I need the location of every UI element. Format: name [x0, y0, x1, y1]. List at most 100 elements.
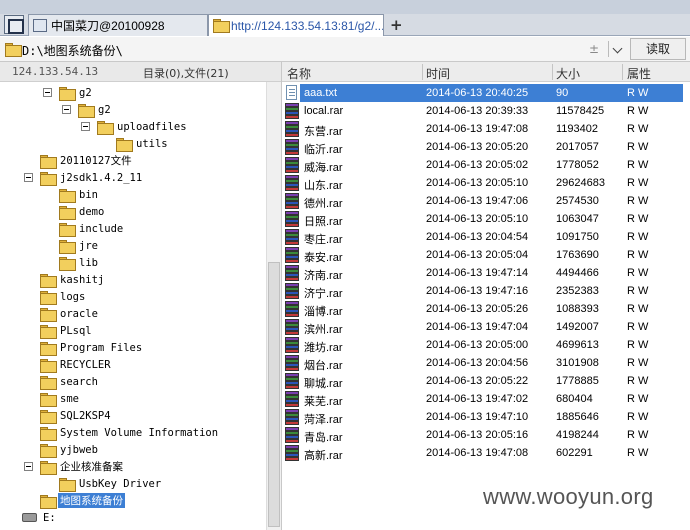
file-list-pane: 名称 时间 大小 属性 aaa.txt 2014-06-13 20:40:25 90…: [281, 62, 690, 530]
tree-scrollbar[interactable]: [266, 82, 281, 530]
file-row[interactable]: 东营.rar 2014-06-13 19:47:08 1193402 R W: [282, 120, 690, 138]
tree-item[interactable]: PLsql: [40, 322, 94, 339]
collapse-icon[interactable]: [43, 88, 52, 97]
tree-item[interactable]: E:: [22, 509, 58, 526]
tree-item[interactable]: g2: [43, 84, 94, 101]
folder-icon: [59, 477, 76, 492]
tree-item[interactable]: RECYCLER: [40, 356, 113, 373]
tree-item[interactable]: Program Files: [40, 339, 144, 356]
file-attr: R W: [627, 213, 649, 225]
tree-item-label: g2: [79, 86, 92, 99]
read-button[interactable]: 读取: [630, 38, 686, 60]
rar-archive-icon: [285, 373, 299, 389]
file-row[interactable]: 泰安.rar 2014-06-13 20:05:04 1763690 R W: [282, 246, 690, 264]
column-size[interactable]: 大小: [556, 65, 580, 82]
file-size: 2574530: [556, 195, 599, 207]
tree-item[interactable]: utils: [116, 135, 170, 152]
tree-item[interactable]: bin: [59, 186, 100, 203]
column-time[interactable]: 时间: [426, 65, 450, 82]
file-size: 680404: [556, 393, 593, 405]
file-size: 1778885: [556, 375, 599, 387]
tree-item[interactable]: demo: [59, 203, 106, 220]
tree-item[interactable]: kashitj: [40, 271, 106, 288]
collapse-icon[interactable]: [24, 462, 33, 471]
file-row[interactable]: 滨州.rar 2014-06-13 19:47:04 1492007 R W: [282, 318, 690, 336]
tab-file-manager[interactable]: http://124.133.54.13:81/g2/...: [208, 14, 384, 36]
new-tab-icon[interactable]: +: [390, 14, 404, 36]
rar-archive-icon: [285, 391, 299, 407]
rar-archive-icon: [285, 121, 299, 137]
tab-caidao[interactable]: 中国菜刀@20100928: [28, 14, 208, 36]
tree-item[interactable]: g2: [62, 101, 113, 118]
tree-item[interactable]: logs: [40, 288, 87, 305]
file-row[interactable]: 聊城.rar 2014-06-13 20:05:22 1778885 R W: [282, 372, 690, 390]
collapse-icon[interactable]: [24, 173, 33, 182]
file-attr: R W: [627, 231, 649, 243]
folder-icon: [59, 222, 76, 237]
file-row[interactable]: 德州.rar 2014-06-13 19:47:06 2574530 R W: [282, 192, 690, 210]
folder-icon: [213, 19, 230, 33]
folder-icon: [40, 494, 57, 509]
file-row[interactable]: 日照.rar 2014-06-13 20:05:10 1063047 R W: [282, 210, 690, 228]
tree-item[interactable]: include: [59, 220, 125, 237]
scrollbar-thumb[interactable]: [268, 262, 280, 527]
tree-item[interactable]: SQL2KSP4: [40, 407, 113, 424]
file-size: 90: [556, 87, 569, 99]
file-time: 2014-06-13 20:04:56: [426, 357, 529, 369]
toggle-icon[interactable]: ±: [589, 42, 599, 56]
tree-item-label: g2: [98, 103, 111, 116]
tree-item-label: search: [60, 375, 98, 388]
dir-file-count: 目录(0),文件(21): [143, 67, 229, 80]
file-row[interactable]: 山东.rar 2014-06-13 20:05:10 29624683 R W: [282, 174, 690, 192]
chevron-down-icon[interactable]: [608, 41, 626, 57]
file-name: 东营.rar: [304, 126, 343, 138]
tree-item[interactable]: jre: [59, 237, 100, 254]
file-row[interactable]: 威海.rar 2014-06-13 20:05:02 1778052 R W: [282, 156, 690, 174]
column-name[interactable]: 名称: [287, 65, 311, 82]
file-row[interactable]: 淄博.rar 2014-06-13 20:05:26 1088393 R W: [282, 300, 690, 318]
file-row[interactable]: 枣庄.rar 2014-06-13 20:04:54 1091750 R W: [282, 228, 690, 246]
folder-icon: [40, 341, 57, 356]
collapse-icon[interactable]: [81, 122, 90, 131]
rar-archive-icon: [285, 445, 299, 461]
tree-item-label: kashitj: [60, 273, 105, 286]
file-name: 德州.rar: [304, 198, 343, 210]
file-name: 威海.rar: [304, 162, 343, 174]
tree-item[interactable]: 企业核准备案: [24, 458, 125, 475]
file-row[interactable]: local.rar 2014-06-13 20:39:33 11578425 R W: [282, 102, 690, 120]
file-row[interactable]: 青岛.rar 2014-06-13 20:05:16 4198244 R W: [282, 426, 690, 444]
file-row[interactable]: 潍坊.rar 2014-06-13 20:05:00 4699613 R W: [282, 336, 690, 354]
file-size: 1763690: [556, 249, 599, 261]
tree-item[interactable]: uploadfiles: [81, 118, 189, 135]
file-size: 3101908: [556, 357, 599, 369]
tree-item[interactable]: search: [40, 373, 100, 390]
file-row[interactable]: 临沂.rar 2014-06-13 20:05:20 2017057 R W: [282, 138, 690, 156]
file-row[interactable]: aaa.txt 2014-06-13 20:40:25 90 R W: [282, 84, 690, 102]
window-menu-icon[interactable]: [4, 15, 24, 34]
tree-item[interactable]: oracle: [40, 305, 100, 322]
file-row[interactable]: 莱芜.rar 2014-06-13 19:47:02 680404 R W: [282, 390, 690, 408]
tree-item[interactable]: yjbweb: [40, 441, 100, 458]
file-row[interactable]: 济南.rar 2014-06-13 19:47:14 4494466 R W: [282, 264, 690, 282]
tree-item[interactable]: 地图系统备份: [40, 492, 125, 509]
file-row[interactable]: 烟台.rar 2014-06-13 20:04:56 3101908 R W: [282, 354, 690, 372]
file-size: 1088393: [556, 303, 599, 315]
tree-item[interactable]: 20110127文件: [40, 152, 134, 169]
file-time: 2014-06-13 20:05:22: [426, 375, 529, 387]
file-time: 2014-06-13 19:47:14: [426, 267, 529, 279]
tree-item[interactable]: lib: [59, 254, 100, 271]
file-name: aaa.txt: [304, 87, 338, 99]
tree-item[interactable]: System Volume Information: [40, 424, 220, 441]
tree-item-label: sme: [60, 392, 79, 405]
file-row[interactable]: 高新.rar 2014-06-13 19:47:08 602291 R W: [282, 444, 690, 462]
tree-item[interactable]: sme: [40, 390, 81, 407]
file-row[interactable]: 济宁.rar 2014-06-13 19:47:16 2352383 R W: [282, 282, 690, 300]
path-input[interactable]: D:\地图系统备份\: [22, 42, 123, 59]
tree-item[interactable]: UsbKey Driver: [59, 475, 163, 492]
file-name: 莱芜.rar: [304, 396, 343, 408]
file-time: 2014-06-13 19:47:04: [426, 321, 529, 333]
column-attr[interactable]: 属性: [627, 65, 651, 82]
tree-item[interactable]: j2sdk1.4.2_11: [24, 169, 144, 186]
file-row[interactable]: 菏泽.rar 2014-06-13 19:47:10 1885646 R W: [282, 408, 690, 426]
collapse-icon[interactable]: [62, 105, 71, 114]
